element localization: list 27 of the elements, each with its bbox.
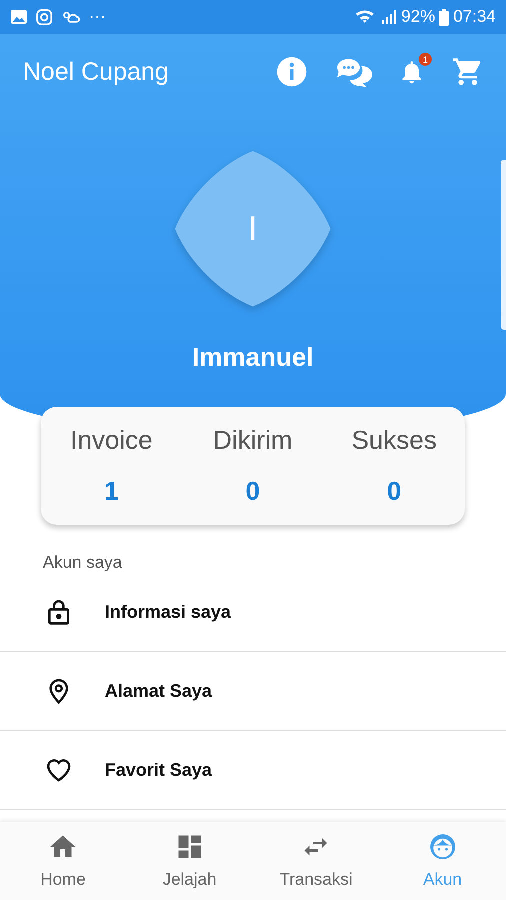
menu-item[interactable]: Favorit Saya bbox=[0, 731, 506, 810]
signal-icon bbox=[381, 9, 398, 25]
battery-icon bbox=[439, 8, 450, 26]
stat-value: 0 bbox=[246, 476, 260, 507]
avatar-initial: I bbox=[248, 210, 258, 248]
stat-label: Sukses bbox=[352, 425, 437, 456]
nav-tab[interactable]: Home bbox=[0, 822, 126, 900]
menu-item[interactable]: Alamat Saya bbox=[0, 652, 506, 731]
stat-label: Invoice bbox=[70, 425, 153, 456]
camera-app-icon bbox=[36, 8, 53, 26]
face-icon bbox=[428, 832, 458, 862]
stat-label: Dikirim bbox=[213, 425, 293, 456]
section-title: Akun saya bbox=[43, 553, 124, 573]
overflow-indicator: ··· bbox=[89, 7, 106, 27]
app-title: Noel Cupang bbox=[23, 58, 169, 86]
user-name: Immanuel bbox=[192, 342, 314, 373]
clock: 07:34 bbox=[453, 7, 496, 27]
weather-icon bbox=[61, 9, 81, 25]
nav-tab[interactable]: Jelajah bbox=[126, 822, 253, 900]
info-icon[interactable] bbox=[276, 56, 308, 88]
notification-badge: 1 bbox=[419, 53, 432, 66]
battery-percentage: 92% bbox=[401, 7, 436, 27]
gallery-icon bbox=[10, 9, 28, 25]
nav-tab[interactable]: Transaksi bbox=[253, 822, 380, 900]
stat-value: 1 bbox=[104, 476, 119, 507]
stat-value: 0 bbox=[387, 476, 402, 507]
menu-item[interactable]: Informasi saya bbox=[0, 573, 506, 652]
